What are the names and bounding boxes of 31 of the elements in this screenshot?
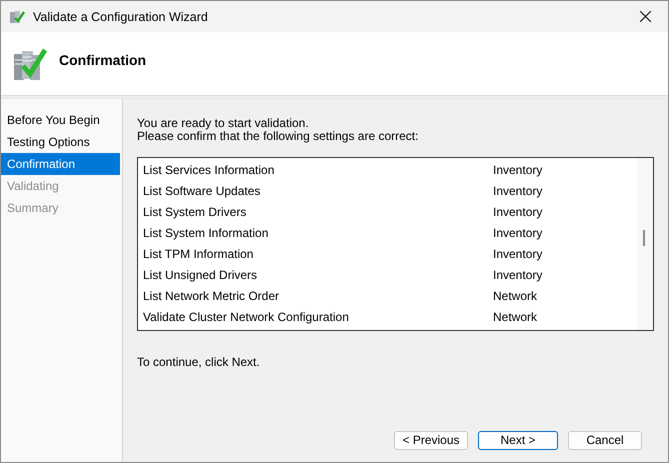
test-name: List System Drivers bbox=[143, 204, 248, 218]
scrollbar[interactable] bbox=[637, 158, 653, 330]
test-name: Validate Cluster Network Configuration bbox=[143, 310, 350, 324]
window-title: Validate a Configuration Wizard bbox=[33, 10, 209, 24]
test-name: List Network Metric Order bbox=[143, 288, 280, 302]
step-item[interactable]: Testing Options bbox=[1, 131, 120, 153]
step-item[interactable]: Before You Begin bbox=[1, 109, 120, 131]
scroll-thumb[interactable] bbox=[643, 230, 645, 246]
step-item[interactable]: Confirmation bbox=[1, 153, 120, 175]
wizard-button[interactable]: < Previous bbox=[394, 430, 468, 450]
wizard-button[interactable]: Next > bbox=[478, 430, 558, 450]
test-name: List TPM Information bbox=[143, 246, 254, 260]
test-category: Inventory bbox=[493, 162, 542, 176]
intro-text: You are ready to start validation. bbox=[137, 117, 310, 130]
test-name: List System Information bbox=[143, 226, 270, 240]
test-category: Network bbox=[493, 310, 538, 324]
test-category: Inventory bbox=[493, 184, 542, 198]
intro-text: Please confirm that the following settings are correct: bbox=[137, 130, 420, 143]
test-name: List Software Updates bbox=[143, 184, 262, 198]
test-category: Network bbox=[493, 288, 538, 302]
test-category: Inventory bbox=[493, 246, 542, 260]
wizard-button[interactable]: Cancel bbox=[568, 430, 642, 450]
close-icon bbox=[640, 11, 650, 22]
test-category: Inventory bbox=[493, 226, 542, 240]
test-category: Inventory bbox=[493, 268, 542, 282]
cluster-check-icon bbox=[9, 8, 25, 24]
continue-note: To continue, click Next. bbox=[137, 355, 261, 369]
test-name: List Unsigned Drivers bbox=[143, 268, 258, 282]
test-category: Inventory bbox=[493, 204, 542, 218]
page-title: Confirmation bbox=[59, 52, 146, 68]
test-name: List Services Information bbox=[143, 162, 276, 176]
